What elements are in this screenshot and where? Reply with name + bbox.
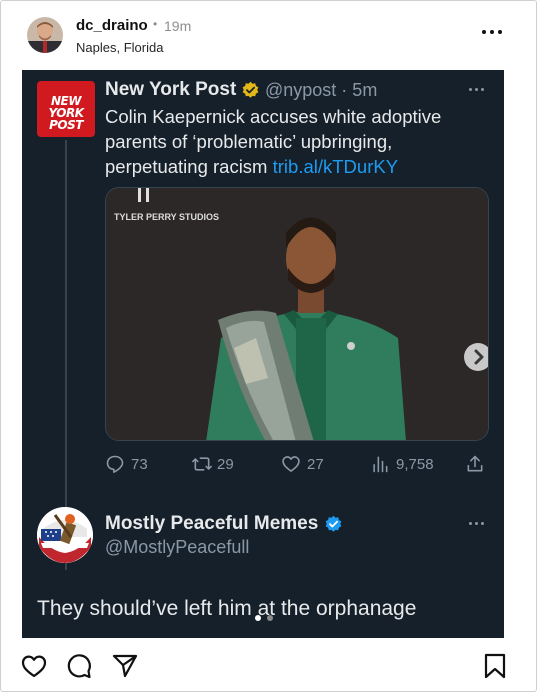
nypost-logo: NEW YORK POST <box>37 81 95 137</box>
more-horizontal-icon[interactable] <box>480 26 504 38</box>
tweet-author-handle: @nypost · 5m <box>265 80 378 100</box>
tweet-text: Colin Kaepernick accuses white adoptive … <box>105 104 485 179</box>
logo-line-post: POST <box>49 118 83 132</box>
carousel-dot <box>267 615 273 621</box>
reply-icon <box>106 455 124 473</box>
reply-author-avatar <box>37 507 93 563</box>
tweet-more-icon <box>468 87 486 93</box>
photo-next-arrow-icon <box>464 343 488 371</box>
tweet-action-bar: 73 29 27 9,758 <box>105 453 489 475</box>
blue-verified-badge-icon <box>325 515 342 532</box>
photo-illustration <box>106 188 488 440</box>
gold-verified-badge-icon <box>242 81 259 98</box>
thread-line <box>65 140 67 570</box>
tweet-link: trib.al/kTDurKY <box>272 156 399 177</box>
tweet-photo: TYLER PERRY STUDIOS <box>105 187 489 441</box>
carousel-indicator <box>252 614 282 622</box>
separator-dot: • <box>153 17 158 31</box>
heart-icon <box>282 456 300 472</box>
tweet-screenshot: NEW YORK POST New York Post @nypost · 5m… <box>22 70 504 638</box>
views-chart-icon <box>373 456 388 473</box>
reply-author-name: Mostly Peaceful Memes <box>105 513 319 534</box>
carousel-dot-active <box>255 615 261 621</box>
photo-backdrop-text: TYLER PERRY STUDIOS <box>114 212 220 222</box>
user-avatar[interactable] <box>27 17 63 53</box>
post-header: dc_draino • 19m Naples, Florida <box>0 0 537 66</box>
share-send-icon[interactable] <box>111 652 139 680</box>
reply-author-handle: @MostlyPeacefull <box>105 537 250 557</box>
views-count: 9,758 <box>396 456 434 473</box>
tweet-author-name: New York Post <box>105 79 237 100</box>
post-time: 19m <box>164 18 192 34</box>
reply-text: They should’ve left him at the orphanage <box>37 597 417 620</box>
like-count: 27 <box>307 456 324 473</box>
retweet-count: 29 <box>217 456 234 473</box>
post-action-bar <box>0 648 537 684</box>
reply-count: 73 <box>131 456 148 473</box>
share-icon <box>467 455 483 472</box>
retweet-icon <box>192 457 212 471</box>
reply-more-icon <box>468 521 486 527</box>
like-heart-icon[interactable] <box>20 652 48 680</box>
comment-icon[interactable] <box>65 652 93 680</box>
post-location[interactable]: Naples, Florida <box>76 40 163 55</box>
bookmark-icon[interactable] <box>481 652 509 680</box>
username[interactable]: dc_draino <box>76 17 148 34</box>
